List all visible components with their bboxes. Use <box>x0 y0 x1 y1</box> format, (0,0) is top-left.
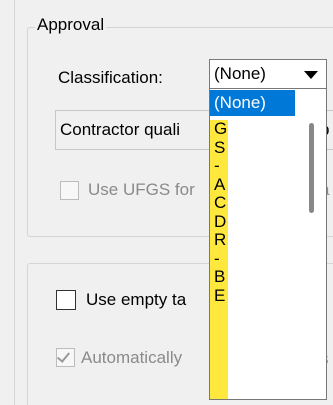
dropdown-options: G S - A C D R - B E <box>214 119 227 306</box>
dropdown-scrollbar[interactable] <box>296 89 326 399</box>
classification-dropdown-list[interactable]: (None) G S - A C D R - B E <box>209 88 327 400</box>
classification-label: Classification: <box>58 68 163 87</box>
dropdown-option[interactable]: G <box>214 119 227 139</box>
use-ufgs-label: Use UFGS for <box>88 180 195 199</box>
dropdown-option[interactable]: - <box>214 156 227 176</box>
contractor-quality-text: Contractor quali <box>60 120 181 139</box>
automatically-label: Automatically <box>81 348 183 367</box>
classification-combobox[interactable]: (None) <box>209 59 327 89</box>
dropdown-option[interactable]: D <box>214 212 227 232</box>
chevron-down-icon[interactable] <box>304 71 318 79</box>
classification-value: (None) <box>214 64 266 83</box>
use-ufgs-checkbox[interactable] <box>60 181 79 200</box>
dropdown-option[interactable]: - <box>214 249 227 269</box>
dropdown-option-selected[interactable]: (None) <box>210 90 295 116</box>
window-edge <box>14 0 15 405</box>
checkmark-icon <box>56 349 71 363</box>
scrollbar-thumb[interactable] <box>309 123 314 213</box>
dropdown-option[interactable]: S <box>214 138 227 158</box>
dropdown-option[interactable]: E <box>214 286 227 306</box>
dialog-window: Approval Classification: (None) Contract… <box>0 0 333 405</box>
dropdown-option[interactable]: C <box>214 193 227 213</box>
use-empty-checkbox[interactable] <box>56 290 76 310</box>
approval-group-title: Approval <box>35 15 107 35</box>
dropdown-option[interactable]: B <box>214 267 227 287</box>
automatically-checkbox[interactable] <box>56 348 75 367</box>
use-empty-label: Use empty ta <box>86 290 187 309</box>
dropdown-option[interactable]: A <box>214 175 227 195</box>
dropdown-option[interactable]: R <box>214 230 227 250</box>
